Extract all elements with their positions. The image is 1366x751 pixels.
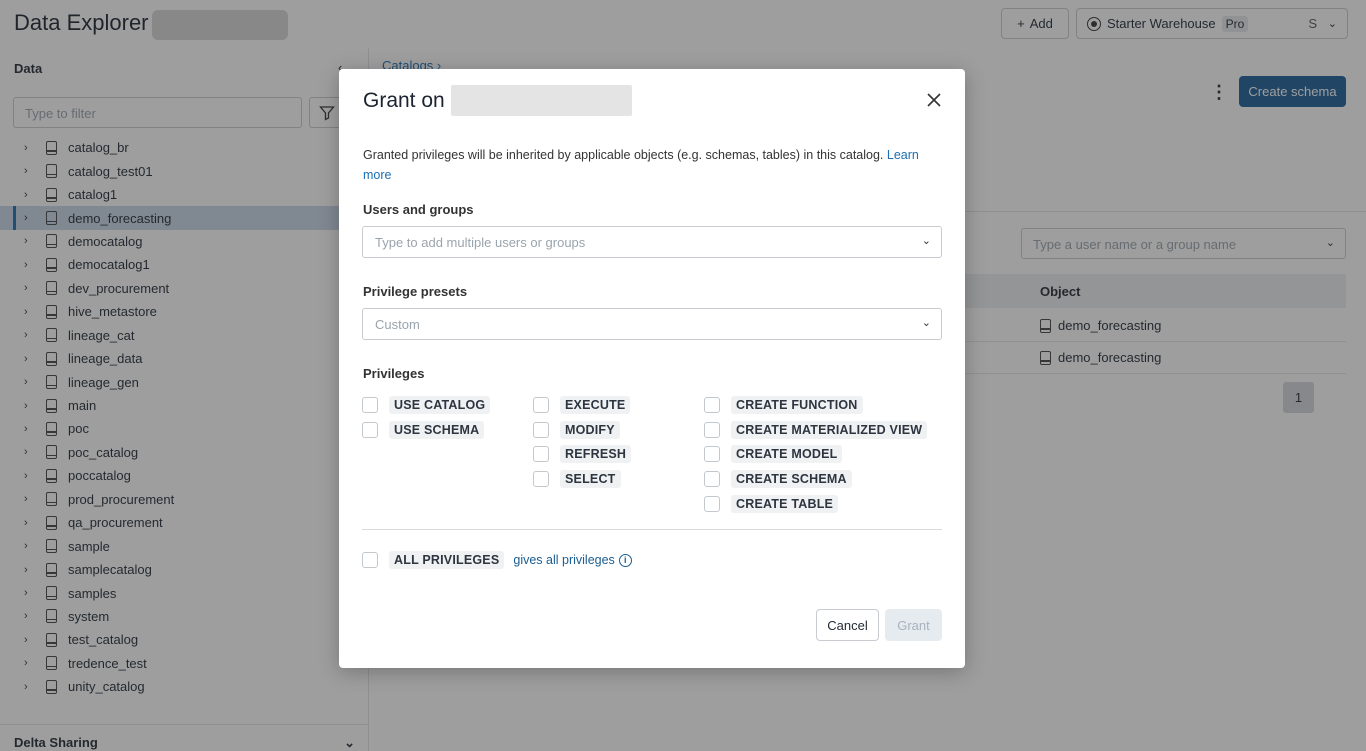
privilege-option-select[interactable]: SELECT <box>533 469 621 489</box>
dialog-title: Grant on <box>363 89 445 112</box>
privilege-label: SELECT <box>560 470 621 489</box>
privilege-option-create-function[interactable]: CREATE FUNCTION <box>704 395 863 415</box>
privilege-option-modify[interactable]: MODIFY <box>533 420 620 440</box>
privilege-label: CREATE TABLE <box>731 494 839 513</box>
privilege-label: CREATE FUNCTION <box>731 396 863 414</box>
privilege-checkbox[interactable] <box>704 495 720 512</box>
privilege-checkbox[interactable] <box>704 471 720 488</box>
privilege-label: CREATE MODEL <box>731 445 843 464</box>
grant-dialog: Grant on Granted privileges will be inhe… <box>339 69 965 668</box>
privilege-option-create-schema[interactable]: CREATE SCHEMA <box>704 469 852 489</box>
chevron-down-icon: ⌄ <box>921 317 931 329</box>
privilege-checkbox[interactable] <box>704 421 720 438</box>
users-groups-input[interactable]: Type to add multiple users or groups ⌄ <box>362 226 942 258</box>
privilege-option-refresh[interactable]: REFRESH <box>533 444 632 464</box>
privilege-checkbox[interactable] <box>533 421 549 438</box>
privilege-checkbox[interactable] <box>533 397 549 413</box>
privilege-checkbox[interactable] <box>704 446 720 463</box>
description-text: Granted privileges will be inherited by … <box>363 148 884 162</box>
users-groups-placeholder: Type to add multiple users or groups <box>375 235 586 250</box>
privilege-checkbox[interactable] <box>533 471 549 488</box>
privilege-label: CREATE MATERIALIZED VIEW <box>731 420 928 439</box>
privilege-checkbox[interactable] <box>704 397 720 413</box>
privilege-option-create-materialized-view[interactable]: CREATE MATERIALIZED VIEW <box>704 420 928 440</box>
privilege-label: MODIFY <box>560 420 620 439</box>
privilege-option-create-table[interactable]: CREATE TABLE <box>704 494 839 514</box>
privileges-label: Privileges <box>363 366 425 381</box>
privilege-checkbox[interactable] <box>362 421 378 438</box>
all-privileges-option[interactable]: ALL PRIVILEGES gives all privileges i <box>362 550 632 570</box>
privilege-checkbox[interactable] <box>533 446 549 463</box>
chevron-down-icon: ⌄ <box>921 235 931 247</box>
divider <box>362 529 942 530</box>
privilege-presets-label: Privilege presets <box>363 284 468 299</box>
privilege-presets-value: Custom <box>375 317 420 332</box>
privilege-label: EXECUTE <box>560 396 631 414</box>
cancel-button[interactable]: Cancel <box>816 609 879 641</box>
privilege-checkbox[interactable] <box>362 397 378 413</box>
all-privileges-checkbox[interactable] <box>362 552 378 568</box>
privilege-label: CREATE SCHEMA <box>731 470 852 489</box>
privilege-option-use-catalog[interactable]: USE CATALOG <box>362 395 491 415</box>
all-privileges-note: gives all privileges i <box>513 553 632 567</box>
privilege-presets-select[interactable]: Custom ⌄ <box>362 308 942 340</box>
all-privileges-label: ALL PRIVILEGES <box>389 551 505 569</box>
privilege-label: USE SCHEMA <box>389 420 485 439</box>
info-icon[interactable]: i <box>618 553 632 567</box>
privilege-option-use-schema[interactable]: USE SCHEMA <box>362 420 485 440</box>
grant-button[interactable]: Grant <box>885 609 942 641</box>
users-groups-label: Users and groups <box>363 202 474 217</box>
privilege-option-execute[interactable]: EXECUTE <box>533 395 631 415</box>
privilege-option-create-model[interactable]: CREATE MODEL <box>704 444 843 464</box>
privilege-label: USE CATALOG <box>389 396 491 414</box>
dialog-description: Granted privileges will be inherited by … <box>363 145 933 185</box>
redacted-catalog-name <box>451 85 632 116</box>
all-privileges-note-text: gives all privileges <box>513 553 615 567</box>
close-icon[interactable] <box>923 89 945 111</box>
privilege-label: REFRESH <box>560 445 632 464</box>
